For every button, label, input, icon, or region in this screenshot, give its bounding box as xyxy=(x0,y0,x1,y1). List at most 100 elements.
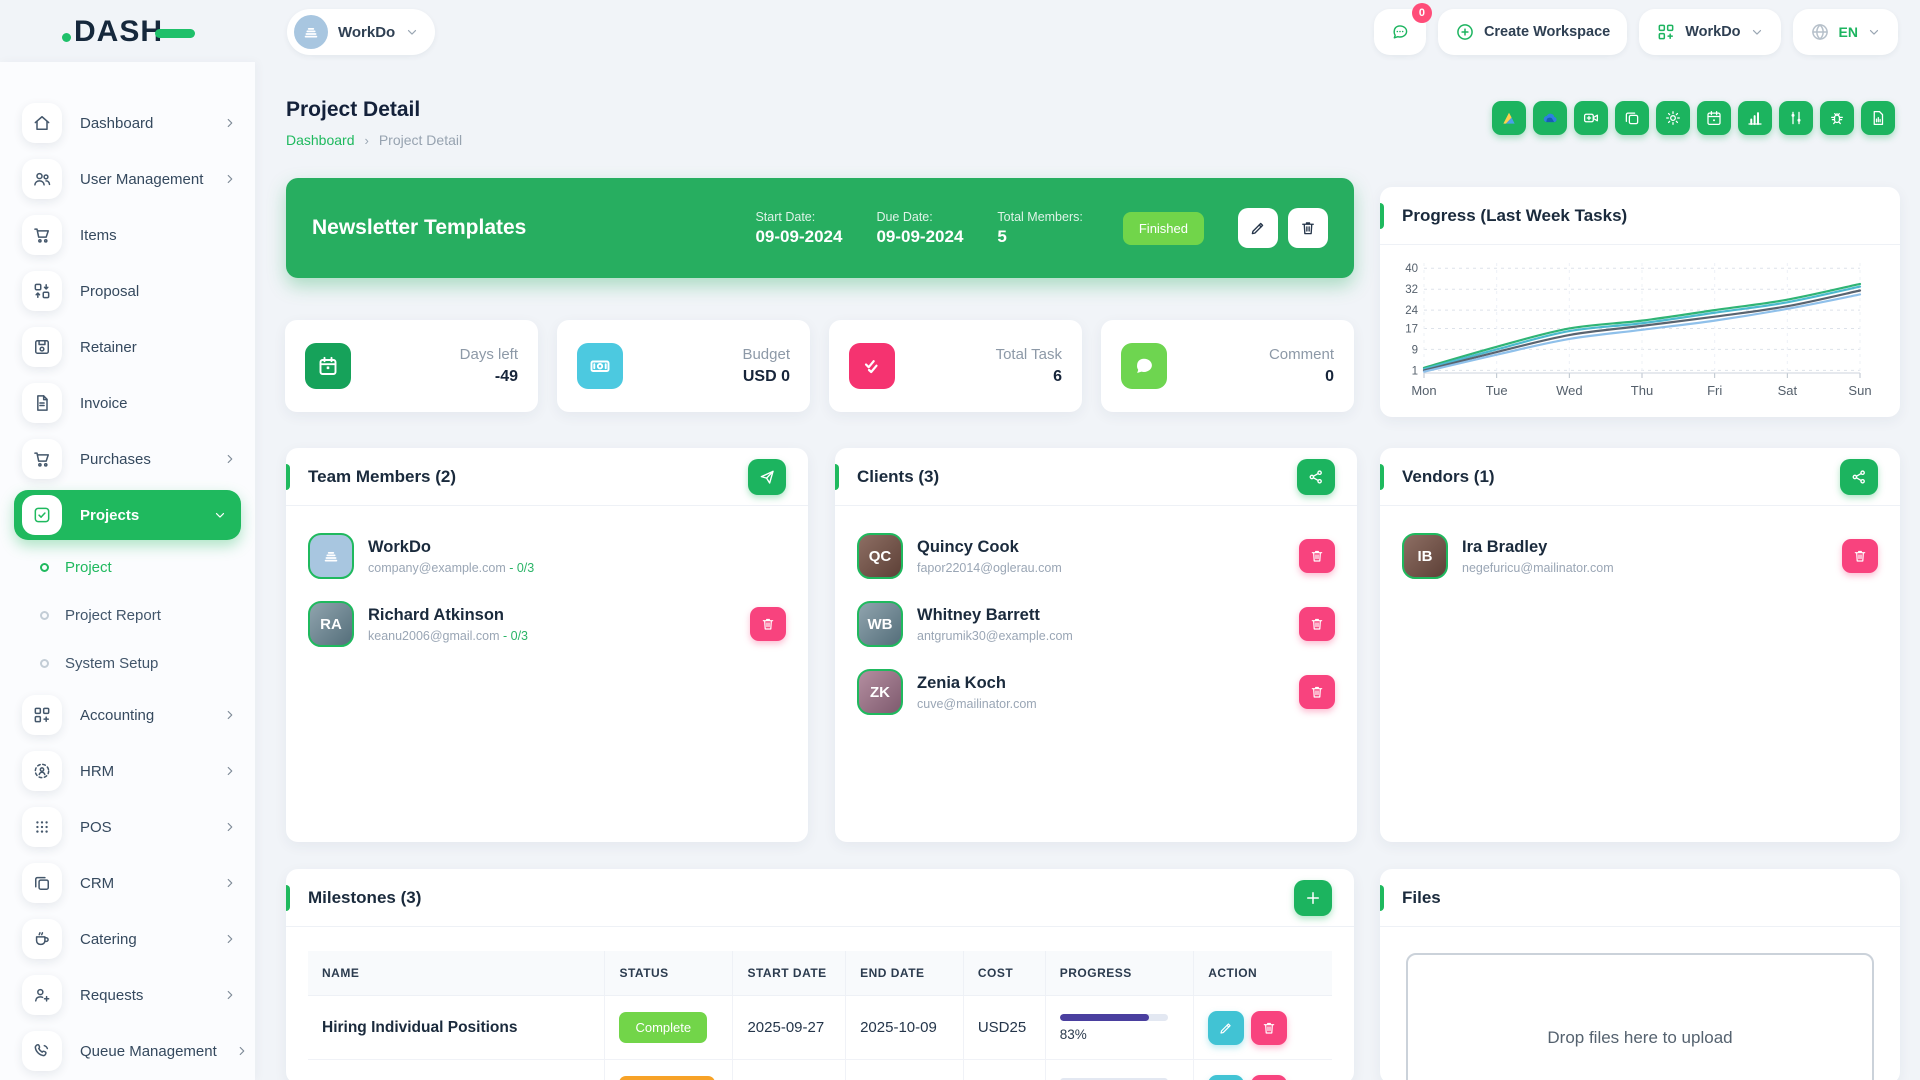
plus-circle-icon xyxy=(1455,22,1475,42)
sidebar-item-pos[interactable]: POS xyxy=(0,799,255,855)
sidebar: Dashboard User Management Items Proposal… xyxy=(0,62,255,1080)
delete-project-button[interactable] xyxy=(1288,208,1328,248)
calendar-button[interactable] xyxy=(1697,101,1731,135)
edit-milestone-button[interactable] xyxy=(1208,1011,1244,1045)
progress-chart-title: Progress (Last Week Tasks) xyxy=(1402,206,1878,226)
chev-right-icon xyxy=(223,820,237,834)
remove-member-button[interactable] xyxy=(1299,539,1335,573)
copy-button[interactable] xyxy=(1615,101,1649,135)
language-selector[interactable]: EN xyxy=(1793,9,1898,55)
column-header-name: NAME xyxy=(308,951,605,996)
edit-project-button[interactable] xyxy=(1238,208,1278,248)
milestone-end-date: 2025-10-20 xyxy=(846,1060,964,1080)
sidebar-item-retainer[interactable]: Retainer xyxy=(0,319,255,375)
pencil-icon xyxy=(1249,219,1267,237)
copy-icon xyxy=(32,873,52,893)
remove-member-button[interactable] xyxy=(1299,607,1335,641)
list-item-workdo: WorkDo company@example.com - 0/3 xyxy=(308,528,786,584)
logo-dot xyxy=(62,33,71,42)
chev-down-icon xyxy=(213,508,227,522)
sliders-button[interactable] xyxy=(1779,101,1813,135)
bug-button[interactable] xyxy=(1820,101,1854,135)
sidebar-item-proposal[interactable]: Proposal xyxy=(0,263,255,319)
sidebar-item-dashboard[interactable]: Dashboard xyxy=(0,95,255,151)
sidebar-item-label: Retainer xyxy=(80,339,237,356)
svg-text:Sun: Sun xyxy=(1848,383,1871,398)
share-vendors-button[interactable] xyxy=(1840,459,1878,495)
milestones-card: Milestones (3) NAMESTATUSSTART DATEEND D… xyxy=(286,869,1354,1080)
chat-icon xyxy=(1390,22,1410,42)
file-report-icon xyxy=(1869,109,1887,127)
file-report-button[interactable] xyxy=(1861,101,1895,135)
member-name: Ira Bradley xyxy=(1462,538,1828,557)
share-clients-button[interactable] xyxy=(1297,459,1335,495)
sidebar-subitem-project[interactable]: Project xyxy=(0,543,255,591)
svg-text:32: 32 xyxy=(1405,284,1418,296)
milestone-status-badge[interactable]: Incomplete xyxy=(619,1076,715,1080)
column-header-start-date: START DATE xyxy=(733,951,846,996)
sidebar-item-catering[interactable]: Catering xyxy=(0,911,255,967)
column-header-cost: COST xyxy=(963,951,1045,996)
chev-down-icon xyxy=(1867,25,1881,39)
coffee-icon xyxy=(32,929,52,949)
sidebar-item-purchases[interactable]: Purchases xyxy=(0,431,255,487)
remove-member-button[interactable] xyxy=(1842,539,1878,573)
sidebar-item-label: Items xyxy=(80,227,237,244)
sidebar-item-items[interactable]: Items xyxy=(0,207,255,263)
create-workspace-button[interactable]: Create Workspace xyxy=(1438,9,1627,55)
member-name: Whitney Barrett xyxy=(917,606,1285,625)
sidebar-item-crm[interactable]: CRM xyxy=(0,855,255,911)
messages-button[interactable]: 0 xyxy=(1374,9,1426,55)
sidebar-item-invoice[interactable]: Invoice xyxy=(0,375,255,431)
edit-milestone-button[interactable] xyxy=(1208,1075,1244,1080)
sidebar-item-queue-management[interactable]: Queue Management xyxy=(0,1023,255,1079)
sidebar-item-label: User Management xyxy=(80,171,205,188)
sliders-icon xyxy=(1787,109,1805,127)
globe-icon xyxy=(1810,22,1830,42)
gdrive-button[interactable] xyxy=(1492,101,1526,135)
start-date-label: Start Date: xyxy=(755,210,842,224)
chev-right-icon xyxy=(223,172,237,186)
invite-member-button[interactable] xyxy=(748,459,786,495)
video-plus-button[interactable] xyxy=(1574,101,1608,135)
column-header-end-date: END DATE xyxy=(846,951,964,996)
sidebar-item-label: Proposal xyxy=(80,283,237,300)
gear-button[interactable] xyxy=(1656,101,1690,135)
avatar xyxy=(308,533,354,579)
member-email: fapor22014@oglerau.com xyxy=(917,561,1285,575)
onedrive-button[interactable] xyxy=(1533,101,1567,135)
remove-member-button[interactable] xyxy=(750,607,786,641)
workdo-menu-label: WorkDo xyxy=(1685,24,1740,40)
milestone-row: Communication Updates Incomplete 2025-10… xyxy=(308,1060,1332,1080)
calendar-day-icon xyxy=(305,343,351,389)
bar-chart-button[interactable] xyxy=(1738,101,1772,135)
sidebar-subitem-system-setup[interactable]: System Setup xyxy=(0,639,255,687)
file-dropzone[interactable]: Drop files here to upload xyxy=(1406,953,1874,1080)
milestone-status-badge[interactable]: Complete xyxy=(619,1012,707,1043)
sidebar-item-projects[interactable]: Projects xyxy=(14,490,241,540)
sidebar-item-accounting[interactable]: Accounting xyxy=(0,687,255,743)
svg-text:Fri: Fri xyxy=(1707,383,1722,398)
breadcrumb: Dashboard › Project Detail xyxy=(286,132,462,148)
sidebar-item-requests[interactable]: Requests xyxy=(0,967,255,1023)
hrm-icon xyxy=(32,761,52,781)
chev-down-icon xyxy=(1750,25,1764,39)
workdo-menu-button[interactable]: WorkDo xyxy=(1639,9,1780,55)
add-milestone-button[interactable] xyxy=(1294,880,1332,916)
sidebar-item-hrm[interactable]: HRM xyxy=(0,743,255,799)
sidebar-item-user-management[interactable]: User Management xyxy=(0,151,255,207)
sidebar-item-label: HRM xyxy=(80,763,205,780)
topbar: DASH WorkDo 0 Create Workspace WorkDo EN xyxy=(0,0,1920,62)
stat-label: Days left xyxy=(351,346,518,363)
breadcrumb-dashboard-link[interactable]: Dashboard xyxy=(286,132,355,148)
grid-plus-icon xyxy=(32,705,52,725)
stat-card-days-left: Days left -49 xyxy=(285,320,538,412)
pencil-icon xyxy=(1218,1020,1234,1036)
delete-milestone-button[interactable] xyxy=(1251,1075,1287,1080)
sidebar-subitem-project-report[interactable]: Project Report xyxy=(0,591,255,639)
remove-member-button[interactable] xyxy=(1299,675,1335,709)
svg-text:Tue: Tue xyxy=(1486,383,1508,398)
workspace-switcher[interactable]: WorkDo xyxy=(287,9,435,55)
delete-milestone-button[interactable] xyxy=(1251,1011,1287,1045)
workspace-name: WorkDo xyxy=(338,24,395,41)
